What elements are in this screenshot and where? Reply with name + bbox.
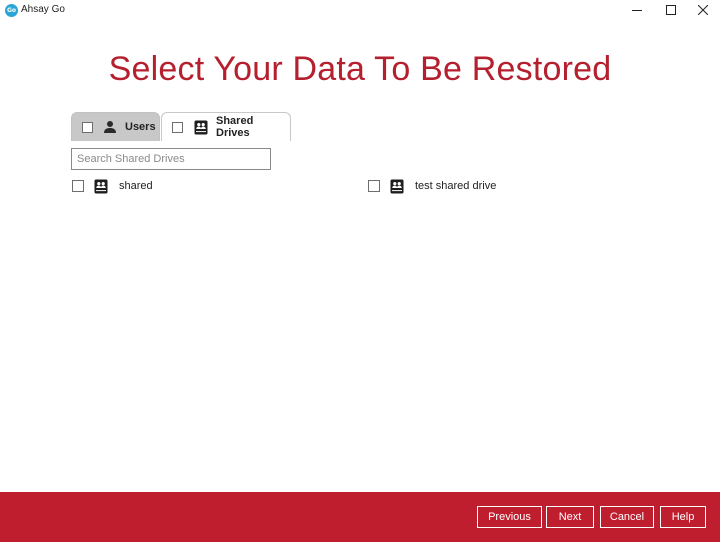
- tab-users-label: Users: [125, 121, 156, 133]
- shared-drive-icon: [94, 179, 108, 194]
- user-icon: [103, 120, 117, 134]
- page-title: Select Your Data To Be Restored: [108, 50, 612, 88]
- drive-name: shared: [119, 180, 153, 192]
- maximize-button[interactable]: [654, 0, 688, 20]
- minimize-icon: [632, 10, 642, 11]
- close-icon: [698, 5, 708, 15]
- cancel-button[interactable]: Cancel: [600, 506, 654, 528]
- maximize-icon: [666, 5, 676, 15]
- drive-name: test shared drive: [415, 180, 497, 192]
- tab-shared-drives[interactable]: Shared Drives: [161, 112, 291, 141]
- list-item[interactable]: shared: [72, 178, 153, 194]
- tab-shared-drives-label: Shared Drives: [216, 115, 254, 139]
- shared-drive-icon: [194, 120, 208, 135]
- app-logo-icon: Go: [5, 4, 18, 17]
- search-input[interactable]: [71, 148, 271, 170]
- minimize-button[interactable]: [620, 0, 654, 20]
- tab-users[interactable]: Users: [71, 112, 160, 141]
- shared-drive-icon: [390, 179, 404, 194]
- title-bar: Go Ahsay Go: [0, 0, 720, 22]
- users-select-all-checkbox[interactable]: [82, 121, 93, 133]
- previous-button[interactable]: Previous: [477, 506, 542, 528]
- help-button[interactable]: Help: [660, 506, 706, 528]
- drive-checkbox[interactable]: [368, 180, 380, 192]
- source-tabs: Users Shared Drives: [71, 112, 291, 141]
- list-item[interactable]: test shared drive: [368, 178, 496, 194]
- close-button[interactable]: [686, 0, 720, 20]
- app-window: Go Ahsay Go Select Your Data To Be Resto…: [0, 0, 720, 542]
- drive-checkbox[interactable]: [72, 180, 84, 192]
- shared-drives-select-all-checkbox[interactable]: [172, 121, 183, 133]
- next-button[interactable]: Next: [546, 506, 594, 528]
- footer-bar: Previous Next Cancel Help: [0, 492, 720, 542]
- window-title: Ahsay Go: [21, 4, 65, 15]
